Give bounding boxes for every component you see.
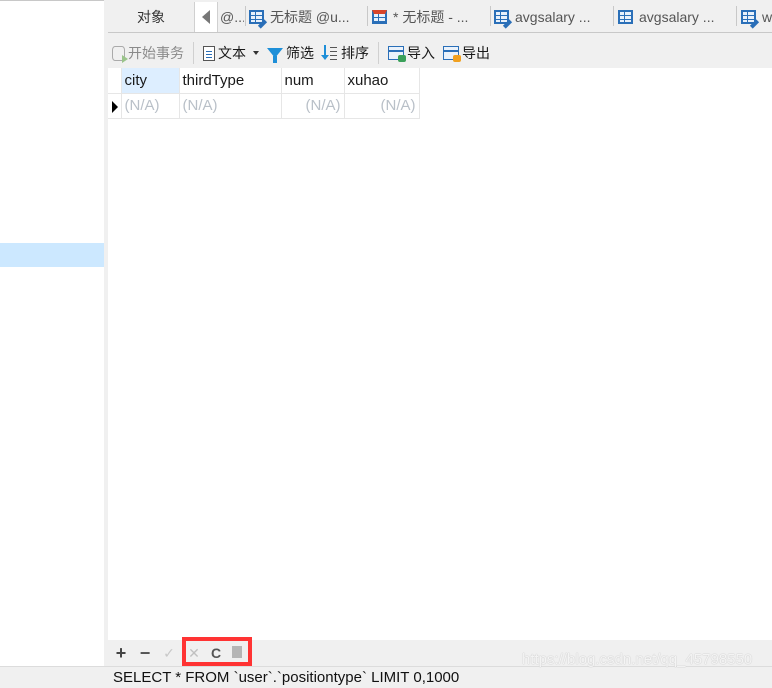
export-label: 导出 [462, 45, 490, 61]
tab-divider [613, 6, 614, 26]
cell-thirdtype[interactable]: (N/A) [179, 93, 282, 119]
import-label: 导入 [407, 45, 435, 61]
begin-transaction-button[interactable]: 开始事务 [108, 40, 188, 66]
cell-xuhao[interactable]: (N/A) [344, 93, 420, 119]
column-header-xuhao[interactable]: xuhao [344, 68, 420, 94]
text-view-label: 文本 [218, 45, 246, 61]
table-icon [618, 10, 633, 24]
toolbar-divider [378, 42, 379, 64]
result-table: city thirdType num xuhao (N/A) (N/A) (N/… [108, 68, 420, 119]
table-edit-icon [494, 10, 513, 29]
sort-button[interactable]: 排序 [318, 40, 373, 66]
document-icon [203, 45, 215, 61]
tab-objects[interactable]: 对象 [108, 2, 194, 32]
filter-icon [267, 48, 283, 63]
tab-item[interactable]: * 无标题 - ... [372, 2, 490, 32]
tab-label: avgsalary ... [515, 9, 591, 25]
column-header-num[interactable]: num [281, 68, 345, 94]
current-row-pointer-icon [112, 100, 118, 113]
begin-transaction-label: 开始事务 [128, 45, 184, 61]
tab-divider [367, 6, 368, 26]
dropdown-caret-icon[interactable] [253, 51, 259, 55]
tab-divider [736, 6, 737, 26]
sidebar-selected-item[interactable] [0, 243, 104, 267]
refresh-button[interactable]: C [209, 646, 223, 660]
tab-objects-label: 对象 [137, 9, 165, 25]
watermark-text: https://blog.csdn.net/qq_45798550 [522, 651, 753, 668]
stop-button[interactable] [232, 646, 242, 658]
tab-item[interactable]: w [741, 2, 772, 32]
export-button[interactable]: 导出 [439, 40, 494, 66]
tab-item[interactable]: @... [220, 2, 244, 32]
tab-label: w [762, 9, 772, 25]
tab-label: 无标题 @u... [270, 9, 350, 25]
column-header-thirdtype[interactable]: thirdType [179, 68, 282, 94]
tab-item[interactable]: avgsalary ... [618, 2, 736, 32]
sort-icon [321, 45, 338, 61]
sql-statement-text: SELECT * FROM `user`.`positiontype` LIMI… [113, 669, 460, 686]
column-header-city[interactable]: city [121, 68, 180, 94]
tab-bar: 对象 @... 无标题 @u... * 无标题 - ... avgsalary … [108, 0, 772, 33]
navicat-window: 对象 @... 无标题 @u... * 无标题 - ... avgsalary … [0, 0, 772, 688]
tab-label: avgsalary ... [639, 9, 715, 25]
row-selector[interactable] [108, 93, 122, 119]
data-toolbar: 开始事务 文本 筛选 排序 导入 导出 [108, 38, 772, 68]
add-record-button[interactable]: + [114, 644, 128, 662]
table-row[interactable]: (N/A) (N/A) (N/A) (N/A) [108, 93, 420, 119]
sort-label: 排序 [341, 45, 369, 61]
data-grid: city thirdType num xuhao (N/A) (N/A) (N/… [108, 68, 772, 640]
apply-changes-button[interactable]: ✓ [162, 646, 176, 660]
tab-label: * 无标题 - ... [393, 9, 469, 25]
table-edit-icon [741, 10, 760, 29]
table-edit-icon [249, 10, 268, 29]
tab-label: @... [220, 9, 244, 25]
header-row: city thirdType num xuhao [108, 68, 420, 94]
cell-num[interactable]: (N/A) [281, 93, 345, 119]
row-header-corner [108, 68, 122, 94]
discard-changes-button[interactable]: ✕ [187, 646, 201, 660]
table-design-icon [372, 10, 387, 24]
export-icon [443, 46, 461, 62]
text-view-button[interactable]: 文本 [199, 40, 263, 66]
object-tree-sidebar [0, 0, 104, 666]
database-transaction-icon [112, 45, 128, 63]
import-icon [388, 46, 406, 62]
filter-button[interactable]: 筛选 [263, 40, 318, 66]
tab-item[interactable]: 无标题 @u... [249, 2, 365, 32]
filter-label: 筛选 [286, 45, 314, 61]
delete-record-button[interactable]: − [138, 644, 152, 662]
import-button[interactable]: 导入 [384, 40, 439, 66]
tab-item[interactable]: avgsalary ... [494, 2, 612, 32]
tab-divider [245, 6, 246, 26]
chevron-left-icon [202, 10, 210, 24]
tab-divider [490, 6, 491, 26]
tab-scroll-left-button[interactable] [194, 2, 218, 32]
status-bar: SELECT * FROM `user`.`positiontype` LIMI… [0, 651, 772, 688]
toolbar-divider [193, 42, 194, 64]
cell-city[interactable]: (N/A) [121, 93, 180, 119]
